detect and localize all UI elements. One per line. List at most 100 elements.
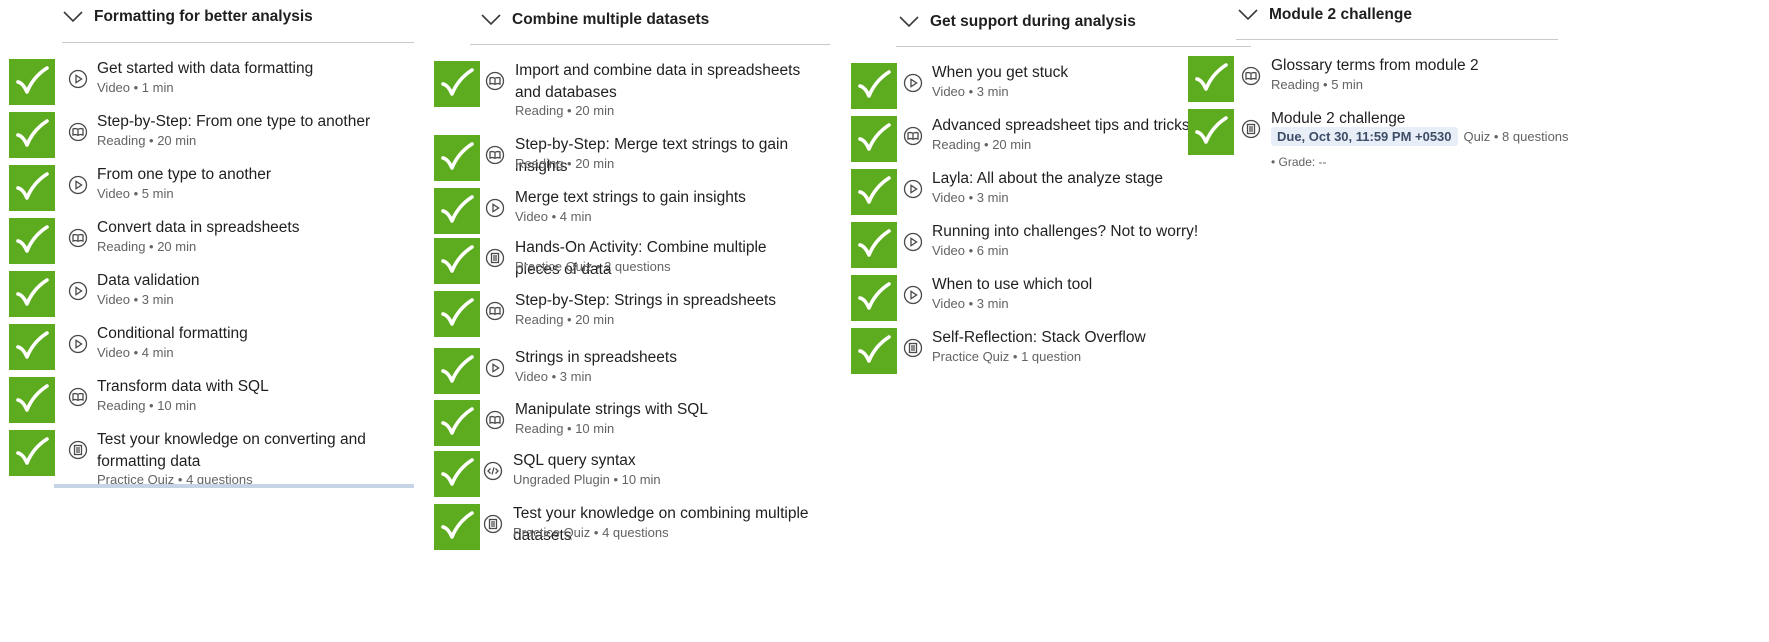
item-title[interactable]: Transform data with SQL (97, 376, 415, 398)
completed-check-icon (1188, 56, 1234, 102)
due-date-badge: Due, Oct 30, 11:59 PM +0530 (1271, 127, 1458, 146)
play-icon (903, 73, 923, 93)
quiz-icon (483, 514, 503, 534)
quiz-icon (485, 248, 505, 268)
item-title[interactable]: Conditional formatting (97, 323, 415, 345)
item-meta: Reading • 20 min (97, 239, 196, 254)
item-title[interactable]: Glossary terms from module 2 (1271, 55, 1561, 77)
completed-check-icon (1188, 109, 1234, 155)
item-meta-text: Reading • 20 min (932, 137, 1032, 152)
quiz-icon (68, 440, 88, 460)
chevron-down-icon[interactable] (62, 10, 84, 24)
completed-check-icon (9, 218, 55, 264)
item-meta-text: Ungraded Plugin • 10 min (513, 472, 661, 487)
quiz-icon (1241, 119, 1261, 139)
item-meta-text: Practice Quiz • 4 questions (513, 525, 669, 540)
item-meta: Video • 1 min (97, 80, 174, 95)
item-meta: Reading • 20 min (515, 312, 614, 327)
item-title[interactable]: Import and combine data in spreadsheets … (515, 60, 815, 104)
item-title[interactable]: Strings in spreadsheets (515, 347, 815, 369)
item-title[interactable]: Data validation (97, 270, 415, 292)
chevron-down-icon[interactable] (480, 13, 502, 27)
item-meta: Due, Oct 30, 11:59 PM +0530 Quiz • 8 ques… (1271, 127, 1569, 146)
item-meta-text: Reading • 10 min (515, 421, 615, 436)
header-divider (1236, 39, 1558, 40)
completed-check-icon (851, 63, 897, 109)
completed-check-icon (9, 377, 55, 423)
item-title[interactable]: Test your knowledge on converting and fo… (97, 429, 415, 473)
item-title[interactable]: From one type to another (97, 164, 415, 186)
header-divider (470, 44, 830, 45)
play-icon (485, 358, 505, 378)
module-header[interactable]: Formatting for better analysis (62, 8, 313, 26)
book-icon (68, 387, 88, 407)
item-meta-text: Video • 4 min (515, 209, 592, 224)
item-meta-text: Video • 6 min (932, 243, 1009, 258)
code-icon (483, 461, 503, 481)
item-meta-text: Reading • 20 min (515, 312, 615, 327)
item-meta-text: Quiz • 8 questions (1463, 129, 1569, 144)
item-title[interactable]: Step-by-Step: From one type to another (97, 111, 415, 133)
book-icon (485, 410, 505, 430)
book-icon (485, 145, 505, 165)
item-meta: Practice Quiz • 4 questions (513, 525, 669, 540)
item-meta: Reading • 5 min (1271, 77, 1363, 92)
item-meta: Reading • 10 min (97, 398, 196, 413)
item-title[interactable]: Step-by-Step: Strings in spreadsheets (515, 290, 815, 312)
item-meta-text: Practice Quiz • 1 question (932, 349, 1082, 364)
item-meta: Practice Quiz • 1 question (932, 349, 1081, 364)
item-title[interactable]: SQL query syntax (513, 450, 813, 472)
item-title[interactable]: Layla: All about the analyze stage (932, 168, 1252, 190)
book-icon (485, 301, 505, 321)
chevron-down-icon[interactable] (1237, 8, 1259, 22)
play-icon (903, 179, 923, 199)
play-icon (68, 175, 88, 195)
completed-check-icon (9, 59, 55, 105)
quiz-icon (903, 338, 923, 358)
module-title: Module 2 challenge (1269, 6, 1412, 23)
item-title[interactable]: Convert data in spreadsheets (97, 217, 415, 239)
item-meta: Reading • 20 min (515, 156, 614, 171)
item-meta: Video • 4 min (97, 345, 174, 360)
item-meta: Reading • 20 min (97, 133, 196, 148)
book-icon (1241, 66, 1261, 86)
header-divider (896, 46, 1251, 47)
completed-check-icon (434, 61, 480, 107)
item-meta: Video • 6 min (932, 243, 1009, 258)
item-title[interactable]: Get started with data formatting (97, 58, 415, 80)
item-meta-text: Video • 1 min (97, 80, 174, 95)
play-icon (485, 198, 505, 218)
module-title: Combine multiple datasets (512, 11, 710, 28)
completed-check-icon (9, 112, 55, 158)
module-header[interactable]: Combine multiple datasets (480, 11, 709, 29)
chevron-down-icon[interactable] (898, 15, 920, 29)
module-header[interactable]: Get support during analysis (898, 13, 1136, 31)
item-title[interactable]: Running into challenges? Not to worry! (932, 221, 1252, 243)
completed-check-icon (851, 222, 897, 268)
item-meta: Ungraded Plugin • 10 min (513, 472, 661, 487)
item-title[interactable]: Self-Reflection: Stack Overflow (932, 327, 1252, 349)
play-icon (903, 285, 923, 305)
item-title[interactable]: Manipulate strings with SQL (515, 399, 815, 421)
module-title: Formatting for better analysis (94, 8, 313, 25)
book-icon (903, 126, 923, 146)
completed-check-icon (9, 430, 55, 476)
item-title[interactable]: When to use which tool (932, 274, 1252, 296)
completed-check-icon (434, 400, 480, 446)
item-meta: Reading • 20 min (932, 137, 1031, 152)
play-icon (68, 281, 88, 301)
item-meta: Video • 3 min (97, 292, 174, 307)
item-meta-text: Reading • 20 min (515, 103, 615, 118)
item-meta-text: Video • 3 min (932, 190, 1009, 205)
item-meta: Practice Quiz • 2 questions (515, 259, 671, 274)
item-meta-text: Reading • 20 min (97, 239, 197, 254)
item-meta-text: Video • 5 min (97, 186, 174, 201)
completed-check-icon (851, 116, 897, 162)
completed-check-icon (434, 504, 480, 550)
item-title[interactable]: Merge text strings to gain insights (515, 187, 815, 209)
completed-check-icon (434, 238, 480, 284)
module-header[interactable]: Module 2 challenge (1237, 6, 1412, 24)
item-meta: Video • 3 min (932, 190, 1009, 205)
completed-check-icon (434, 188, 480, 234)
header-divider (62, 42, 414, 43)
